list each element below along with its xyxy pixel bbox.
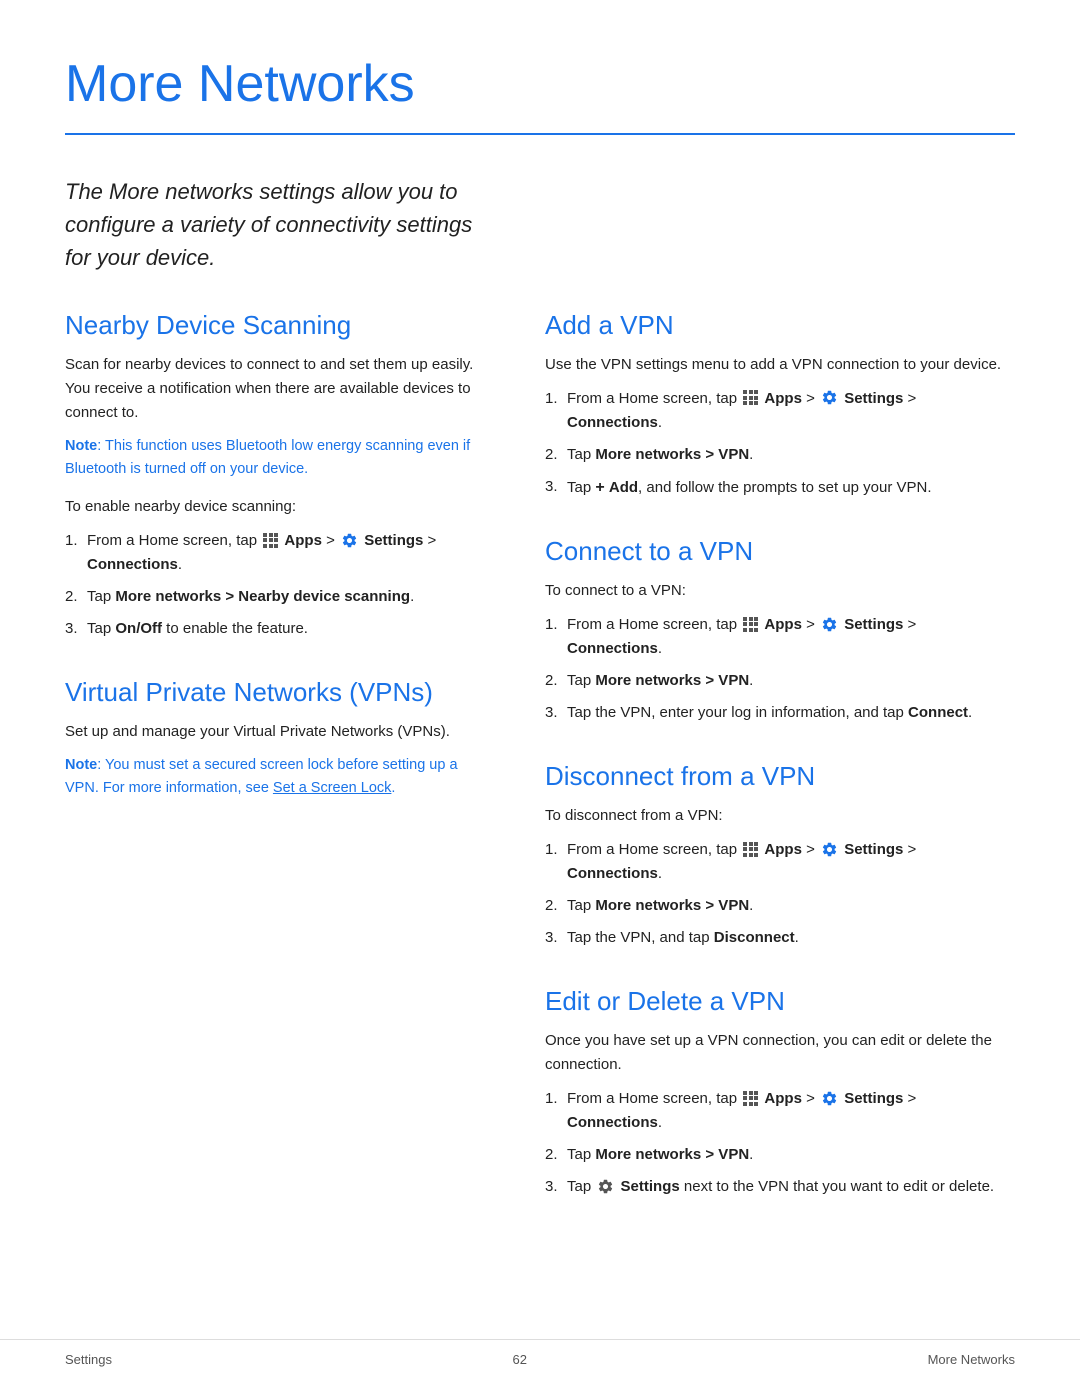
settings-label: Settings [364, 532, 423, 549]
page-footer: Settings 62 More Networks [0, 1339, 1080, 1367]
vpn-settings-gear-icon [597, 1178, 614, 1195]
add-vpn-heading: Add a VPN [545, 310, 1015, 341]
right-column: Add a VPN Use the VPN settings menu to a… [545, 310, 1015, 1210]
step-num: 3. [65, 617, 78, 641]
footer-center: 62 [513, 1352, 527, 1367]
connect-vpn-step-3: 3. Tap the VPN, enter your log in inform… [545, 701, 1015, 725]
nearby-more-networks: More networks > Nearby device scanning [115, 588, 410, 605]
disconnect-vpn-step-1: 1. From a Home screen, tap Apps > Settin… [545, 838, 1015, 886]
add-icon: + [595, 475, 604, 501]
settings-gear-icon [821, 389, 838, 406]
apps-label: Apps [284, 532, 322, 549]
connect-vpn-heading: Connect to a VPN [545, 536, 1015, 567]
add-vpn-step-1: 1. From a Home screen, tap Apps > Settin… [545, 387, 1015, 435]
nearby-device-note: Note: This function uses Bluetooth low e… [65, 435, 485, 481]
footer-left: Settings [65, 1352, 112, 1367]
apps-icon [743, 390, 758, 405]
vpn-heading: Virtual Private Networks (VPNs) [65, 677, 485, 708]
nearby-device-heading: Nearby Device Scanning [65, 310, 485, 341]
settings-gear-icon [821, 841, 838, 858]
add-vpn-desc: Use the VPN settings menu to add a VPN c… [545, 353, 1015, 377]
nearby-step-1: 1. From a Home screen, tap Apps > Settin… [65, 529, 485, 577]
add-vpn-step-2: 2. Tap More networks > VPN. [545, 443, 1015, 467]
connect-vpn-step-1: 1. From a Home screen, tap Apps > Settin… [545, 613, 1015, 661]
disconnect-vpn-steps: 1. From a Home screen, tap Apps > Settin… [545, 838, 1015, 950]
footer-right: More Networks [928, 1352, 1015, 1367]
vpn-desc: Set up and manage your Virtual Private N… [65, 720, 485, 744]
edit-delete-vpn-step-1: 1. From a Home screen, tap Apps > Settin… [545, 1087, 1015, 1135]
nearby-device-intro-step: To enable nearby device scanning: [65, 495, 485, 519]
apps-icon [263, 533, 278, 548]
disconnect-vpn-intro: To disconnect from a VPN: [545, 804, 1015, 828]
connections-label: Connections [87, 556, 178, 573]
vpn-note: Note: You must set a secured screen lock… [65, 754, 485, 800]
left-column: Nearby Device Scanning Scan for nearby d… [65, 310, 485, 1210]
connect-vpn-step-2: 2. Tap More networks > VPN. [545, 669, 1015, 693]
page-title: More Networks [65, 55, 1015, 115]
two-column-layout: Nearby Device Scanning Scan for nearby d… [65, 310, 1015, 1210]
screen-lock-link[interactable]: Set a Screen Lock [273, 780, 392, 796]
edit-delete-vpn-desc: Once you have set up a VPN connection, y… [545, 1029, 1015, 1077]
edit-delete-vpn-step-3: 3. Tap Settings next to the VPN that you… [545, 1175, 1015, 1199]
intro-text: The More networks settings allow you to … [65, 175, 495, 274]
apps-icon [743, 842, 758, 857]
settings-gear-icon [821, 1090, 838, 1107]
page-content: More Networks The More networks settings… [0, 0, 1080, 1289]
step-num: 2. [65, 585, 78, 609]
step-num: 1. [65, 529, 78, 553]
nearby-step-2: 2. Tap More networks > Nearby device sca… [65, 585, 485, 609]
note-label-2: Note [65, 757, 97, 773]
nearby-step-3: 3. Tap On/Off to enable the feature. [65, 617, 485, 641]
edit-delete-vpn-step-2: 2. Tap More networks > VPN. [545, 1143, 1015, 1167]
nearby-device-steps: 1. From a Home screen, tap Apps > Settin… [65, 529, 485, 641]
settings-gear-icon [821, 616, 838, 633]
apps-icon [743, 1091, 758, 1106]
disconnect-vpn-step-3: 3. Tap the VPN, and tap Disconnect. [545, 926, 1015, 950]
note-label-1: Note [65, 438, 97, 454]
connect-vpn-intro: To connect to a VPN: [545, 579, 1015, 603]
edit-delete-vpn-steps: 1. From a Home screen, tap Apps > Settin… [545, 1087, 1015, 1199]
on-off-label: On/Off [115, 620, 162, 637]
disconnect-vpn-heading: Disconnect from a VPN [545, 761, 1015, 792]
add-vpn-steps: 1. From a Home screen, tap Apps > Settin… [545, 387, 1015, 501]
edit-delete-vpn-heading: Edit or Delete a VPN [545, 986, 1015, 1017]
nearby-device-desc: Scan for nearby devices to connect to an… [65, 353, 485, 425]
add-vpn-step-3: 3. Tap + Add, and follow the prompts to … [545, 475, 1015, 501]
title-divider [65, 133, 1015, 135]
disconnect-vpn-step-2: 2. Tap More networks > VPN. [545, 894, 1015, 918]
connect-vpn-steps: 1. From a Home screen, tap Apps > Settin… [545, 613, 1015, 725]
apps-icon [743, 617, 758, 632]
settings-gear-icon [341, 532, 358, 549]
